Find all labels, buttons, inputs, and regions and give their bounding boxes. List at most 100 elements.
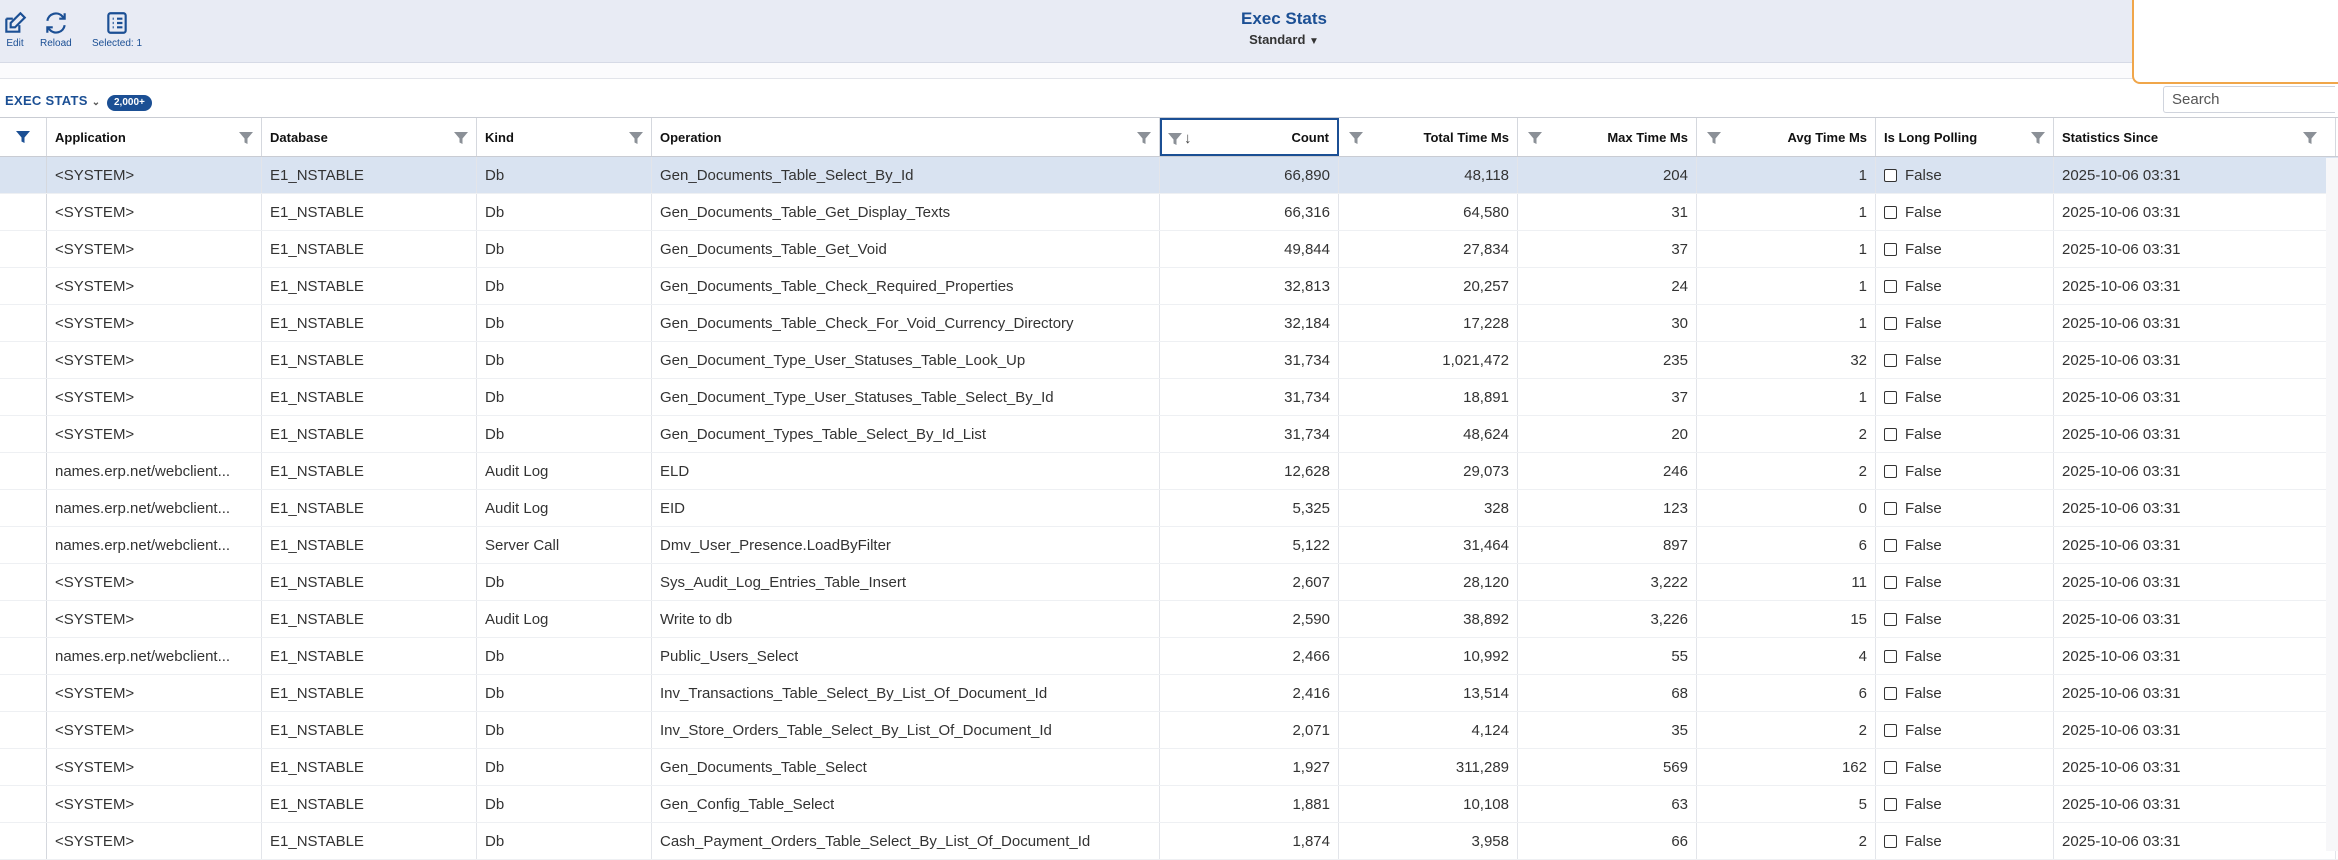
table-row[interactable]: <SYSTEM> E1_NSTABLE Db Sys_Audit_Log_Entrie… (0, 564, 2338, 601)
section-selector[interactable]: EXEC STATS ⌄ (5, 93, 100, 108)
table-row[interactable]: <SYSTEM> E1_NSTABLE Db Inv_Transactions_Tab… (0, 675, 2338, 712)
row-selector[interactable] (0, 749, 47, 785)
cell-operation-text: Gen_Document_Types_Table_Select_By_Id_Li… (660, 425, 987, 443)
checkbox[interactable] (1884, 279, 1897, 293)
row-selector[interactable] (0, 786, 47, 822)
column-header-application[interactable]: Application (47, 118, 262, 156)
cell-total-time-text: 27,834 (1463, 240, 1509, 258)
column-header-total-time[interactable]: Total Time Ms (1339, 118, 1518, 156)
row-selector[interactable] (0, 712, 47, 748)
checkbox[interactable] (1884, 353, 1897, 367)
table-row[interactable]: names.erp.net/webclient... E1_NSTABLE Audi… (0, 453, 2338, 490)
table-row[interactable]: names.erp.net/webclient... E1_NSTABLE Serv… (0, 527, 2338, 564)
checkbox[interactable] (1884, 501, 1897, 515)
row-selector[interactable] (0, 564, 47, 600)
column-header-database[interactable]: Database (262, 118, 477, 156)
table-row[interactable]: <SYSTEM> E1_NSTABLE Db Inv_Store_Orders_Tab… (0, 712, 2338, 749)
filter-icon[interactable] (629, 131, 643, 145)
row-selector[interactable] (0, 527, 47, 563)
filter-icon[interactable] (454, 131, 468, 145)
cell-count: 1,874 (1160, 823, 1339, 859)
cell-total-time: 18,891 (1339, 379, 1518, 415)
column-header-kind[interactable]: Kind (477, 118, 652, 156)
view-selector[interactable]: Standard ▼ (1184, 32, 1384, 47)
row-selector[interactable] (0, 601, 47, 637)
checkbox[interactable] (1884, 797, 1897, 811)
filter-icon[interactable] (2303, 131, 2317, 145)
checkbox[interactable] (1884, 834, 1897, 848)
table-row[interactable]: <SYSTEM> E1_NSTABLE Db Gen_Documents_Table_… (0, 231, 2338, 268)
table-row[interactable]: <SYSTEM> E1_NSTABLE Db Cash_Payment_Orders_… (0, 823, 2338, 860)
search-input[interactable] (2163, 86, 2335, 113)
filter-icon[interactable] (2031, 131, 2045, 145)
column-header-operation[interactable]: Operation (652, 118, 1160, 156)
checkbox[interactable] (1884, 464, 1897, 478)
row-selector[interactable] (0, 194, 47, 230)
row-selector[interactable] (0, 638, 47, 674)
row-selector[interactable] (0, 379, 47, 415)
checkbox[interactable] (1884, 168, 1897, 182)
row-selector[interactable] (0, 157, 47, 193)
column-header-count[interactable]: ↓ Count (1160, 118, 1339, 156)
table-row[interactable]: names.erp.net/webclient... E1_NSTABLE Db Pu… (0, 638, 2338, 675)
checkbox[interactable] (1884, 575, 1897, 589)
column-header-avg-time[interactable]: Avg Time Ms (1697, 118, 1876, 156)
checkbox[interactable] (1884, 427, 1897, 441)
caret-down-icon: ▼ (1309, 36, 1319, 47)
filter-icon[interactable] (1349, 131, 1363, 145)
column-header-max-time[interactable]: Max Time Ms (1518, 118, 1697, 156)
filter-all-button[interactable] (0, 118, 47, 156)
filter-icon[interactable] (1528, 131, 1542, 145)
checkbox[interactable] (1884, 390, 1897, 404)
checkbox[interactable] (1884, 316, 1897, 330)
cell-database: E1_NSTABLE (262, 638, 477, 674)
filter-icon[interactable] (1707, 131, 1721, 145)
table-row[interactable]: <SYSTEM> E1_NSTABLE Db Gen_Document_Types_T… (0, 416, 2338, 453)
checkbox[interactable] (1884, 205, 1897, 219)
row-selector[interactable] (0, 453, 47, 489)
table-row[interactable]: <SYSTEM> E1_NSTABLE Db Gen_Document_Type_Us… (0, 342, 2338, 379)
row-selector[interactable] (0, 675, 47, 711)
table-row[interactable]: <SYSTEM> E1_NSTABLE Db Gen_Documents_Table_… (0, 749, 2338, 786)
checkbox[interactable] (1884, 760, 1897, 774)
row-selector[interactable] (0, 823, 47, 859)
checkbox[interactable] (1884, 612, 1897, 626)
row-selector[interactable] (0, 268, 47, 304)
filter-icon[interactable] (239, 131, 253, 145)
table-row[interactable]: <SYSTEM> E1_NSTABLE Db Gen_Document_Type_Us… (0, 379, 2338, 416)
table-row[interactable]: <SYSTEM> E1_NSTABLE Audit Log Write to db 2,… (0, 601, 2338, 638)
table-row[interactable]: <SYSTEM> E1_NSTABLE Db Gen_Documents_Table_… (0, 305, 2338, 342)
cell-max-time: 24 (1518, 268, 1697, 304)
table-row[interactable]: <SYSTEM> E1_NSTABLE Db Gen_Documents_Table_… (0, 157, 2338, 194)
table-row[interactable]: <SYSTEM> E1_NSTABLE Db Gen_Config_Table_Sel… (0, 786, 2338, 823)
reload-button[interactable]: Reload (40, 10, 72, 52)
checkbox[interactable] (1884, 242, 1897, 256)
cell-kind-text: Db (485, 166, 505, 184)
column-header-is-long-polling[interactable]: Is Long Polling (1876, 118, 2054, 156)
checkbox[interactable] (1884, 649, 1897, 663)
table-row[interactable]: <SYSTEM> E1_NSTABLE Db Gen_Documents_Table_… (0, 268, 2338, 305)
cell-database-text: E1_NSTABLE (270, 758, 364, 776)
filter-icon[interactable] (1168, 132, 1182, 146)
checkbox[interactable] (1884, 686, 1897, 700)
table-row[interactable]: names.erp.net/webclient... E1_NSTABLE Audi… (0, 490, 2338, 527)
column-header-statistics-since[interactable]: Statistics Since (2054, 118, 2336, 156)
row-selector[interactable] (0, 305, 47, 341)
cell-kind-text: Db (485, 240, 505, 258)
row-selector[interactable] (0, 416, 47, 452)
cell-kind: Db (477, 194, 652, 230)
cell-operation-text: Inv_Transactions_Table_Select_By_List_Of… (660, 684, 1048, 702)
row-selector[interactable] (0, 342, 47, 378)
checkbox[interactable] (1884, 538, 1897, 552)
checkbox[interactable] (1884, 723, 1897, 737)
selected-button[interactable]: Selected: 1 (92, 10, 142, 52)
table-row[interactable]: <SYSTEM> E1_NSTABLE Db Gen_Documents_Table_… (0, 194, 2338, 231)
cell-kind: Db (477, 786, 652, 822)
cell-count-text: 32,813 (1284, 277, 1330, 295)
row-selector[interactable] (0, 490, 47, 526)
vertical-scrollbar[interactable] (2326, 158, 2338, 851)
filter-icon[interactable] (1137, 131, 1151, 145)
row-selector[interactable] (0, 231, 47, 267)
exec-stats-grid: Application Database Kind Operation ↓ Co… (0, 117, 2338, 860)
edit-button[interactable]: Edit (2, 10, 28, 52)
